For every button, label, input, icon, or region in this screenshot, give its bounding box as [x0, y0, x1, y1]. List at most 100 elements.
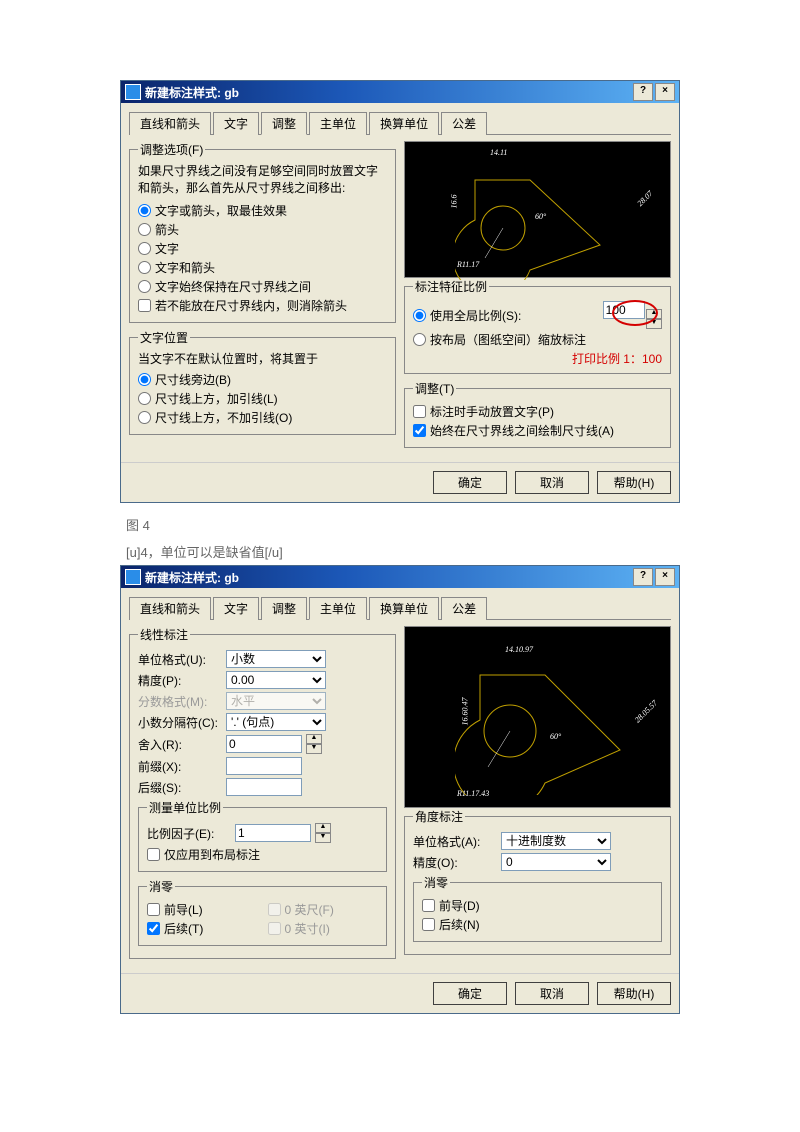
chk-feet	[268, 903, 281, 916]
app-icon	[125, 84, 141, 100]
chk-ang-leading[interactable]	[422, 899, 435, 912]
linear-group: 线性标注 单位格式(U):小数 精度(P):0.00 分数格式(M):水平 小数…	[129, 626, 396, 959]
radio-always-inside[interactable]	[138, 280, 151, 293]
tab-fit[interactable]: 调整	[261, 112, 307, 135]
label: 文字和箭头	[155, 259, 215, 276]
angular-group: 角度标注 单位格式(A):十进制度数 精度(O):0 消零 前导(D) 后续(N…	[404, 808, 671, 955]
dim-right: 28.07	[635, 189, 654, 208]
tabstrip: 直线和箭头 文字 调整 主单位 换算单位 公差	[129, 111, 671, 135]
label: 0 英尺(F)	[285, 901, 334, 918]
help-button[interactable]: 帮助(H)	[597, 982, 671, 1005]
label: 前导(L)	[164, 901, 203, 918]
round-spinner[interactable]: ▲▼	[306, 734, 322, 754]
tab-fit[interactable]: 调整	[261, 597, 307, 620]
tab-tolerance[interactable]: 公差	[441, 597, 487, 620]
legend: 消零	[147, 878, 175, 895]
dim-top: 14.10.97	[505, 645, 533, 654]
chk-layout-only[interactable]	[147, 848, 160, 861]
chk-manual-text[interactable]	[413, 405, 426, 418]
radio-arrows[interactable]	[138, 223, 151, 236]
label: 文字	[155, 240, 179, 257]
fit-options-group: 调整选项(F) 如果尺寸界线之间没有足够空间同时放置文字和箭头，那么首先从尺寸界…	[129, 141, 396, 323]
global-scale-field[interactable]	[603, 301, 645, 319]
chk-leading[interactable]	[147, 903, 160, 916]
radio-best-fit[interactable]	[138, 204, 151, 217]
tab-lines[interactable]: 直线和箭头	[129, 112, 211, 135]
label: 按布局（图纸空间）缩放标注	[430, 331, 586, 348]
precision-select[interactable]: 0.00	[226, 671, 326, 689]
label: 尺寸线上方，加引线(L)	[155, 390, 278, 407]
radio-text-and-arrows[interactable]	[138, 261, 151, 274]
dialog-units: 新建标注样式: gb ? × 直线和箭头 文字 调整 主单位 换算单位 公差 线…	[120, 565, 680, 1014]
factor-spinner[interactable]: ▲▼	[315, 823, 331, 843]
tab-primary-units[interactable]: 主单位	[309, 112, 367, 135]
fine-tune-group: 调整(T) 标注时手动放置文字(P) 始终在尺寸界线之间绘制尺寸线(A)	[404, 380, 671, 448]
dialog-fit: 新建标注样式: gb ? × 直线和箭头 文字 调整 主单位 换算单位 公差 调…	[120, 80, 680, 503]
legend: 角度标注	[413, 808, 465, 825]
dim-angle: 60°	[550, 732, 561, 741]
chk-trailing[interactable]	[147, 922, 160, 935]
label: 0 英寸(I)	[285, 920, 330, 937]
titlebar: 新建标注样式: gb ? ×	[121, 81, 679, 103]
angular-format-select[interactable]: 十进制度数	[501, 832, 611, 850]
unit-format-select[interactable]: 小数	[226, 650, 326, 668]
label: 文字或箭头，取最佳效果	[155, 202, 287, 219]
radio-above-leader[interactable]	[138, 392, 151, 405]
zero-suppress-angular: 消零 前导(D) 后续(N)	[413, 874, 662, 942]
tab-lines[interactable]: 直线和箭头	[129, 597, 211, 620]
scale-factor-field[interactable]	[235, 824, 311, 842]
legend: 消零	[422, 874, 450, 891]
label: 精度(O):	[413, 854, 495, 871]
tab-tolerance[interactable]: 公差	[441, 112, 487, 135]
radio-global-scale[interactable]	[413, 309, 426, 322]
cancel-button[interactable]: 取消	[515, 982, 589, 1005]
scale-group: 标注特征比例 使用全局比例(S): ▲▼ 按布局（图纸空间）缩放标注 打印比例 …	[404, 278, 671, 374]
annotation-text: 打印比例 1：100	[413, 350, 662, 367]
suffix-field[interactable]	[226, 778, 302, 796]
label: 后缀(S):	[138, 779, 220, 796]
close-icon[interactable]: ×	[655, 83, 675, 101]
tab-text[interactable]: 文字	[213, 112, 259, 135]
dim-right: 28.05.57	[633, 698, 659, 724]
dialog-title: 新建标注样式: gb	[145, 84, 239, 101]
help-titlebar-button[interactable]: ?	[633, 83, 653, 101]
radio-layout-scale[interactable]	[413, 333, 426, 346]
chk-ang-trailing[interactable]	[422, 918, 435, 931]
chk-always-draw-dimline[interactable]	[413, 424, 426, 437]
help-titlebar-button[interactable]: ?	[633, 568, 653, 586]
dim-radius: R11.17.43	[457, 789, 489, 798]
tab-alt-units[interactable]: 换算单位	[369, 112, 439, 135]
chk-inches	[268, 922, 281, 935]
cancel-button[interactable]: 取消	[515, 471, 589, 494]
legend: 文字位置	[138, 329, 190, 346]
fit-options-intro: 如果尺寸界线之间没有足够空间同时放置文字和箭头，那么首先从尺寸界线之间移出:	[138, 162, 387, 196]
label: 小数分隔符(C):	[138, 714, 220, 731]
close-icon[interactable]: ×	[655, 568, 675, 586]
radio-above-no-leader[interactable]	[138, 411, 151, 424]
prefix-field[interactable]	[226, 757, 302, 775]
angular-precision-select[interactable]: 0	[501, 853, 611, 871]
decimal-sep-select[interactable]: '.' (句点)	[226, 713, 326, 731]
radio-beside[interactable]	[138, 373, 151, 386]
ok-button[interactable]: 确定	[433, 471, 507, 494]
tab-text[interactable]: 文字	[213, 597, 259, 620]
label: 尺寸线旁边(B)	[155, 371, 231, 388]
radio-text[interactable]	[138, 242, 151, 255]
scale-spinner[interactable]: ▲▼	[646, 309, 662, 329]
footer-2: 确定 取消 帮助(H)	[121, 973, 679, 1013]
tab-alt-units[interactable]: 换算单位	[369, 597, 439, 620]
text-placement-intro: 当文字不在默认位置时，将其置于	[138, 350, 387, 367]
label: 精度(P):	[138, 672, 220, 689]
preview-pane: 14.11 28.07 16.6 60° R11.17	[404, 141, 671, 278]
chk-suppress-arrows[interactable]	[138, 299, 151, 312]
label: 分数格式(M):	[138, 693, 220, 710]
tab-primary-units[interactable]: 主单位	[309, 597, 367, 620]
zero-suppress-linear: 消零 前导(L) 后续(T) 0 英尺(F) 0 英寸(I)	[138, 878, 387, 946]
help-button[interactable]: 帮助(H)	[597, 471, 671, 494]
round-field[interactable]	[226, 735, 302, 753]
ok-button[interactable]: 确定	[433, 982, 507, 1005]
titlebar-2: 新建标注样式: gb ? ×	[121, 566, 679, 588]
label: 前缀(X):	[138, 758, 220, 775]
fit-options-legend: 调整选项(F)	[138, 141, 205, 158]
label: 比例因子(E):	[147, 825, 229, 842]
